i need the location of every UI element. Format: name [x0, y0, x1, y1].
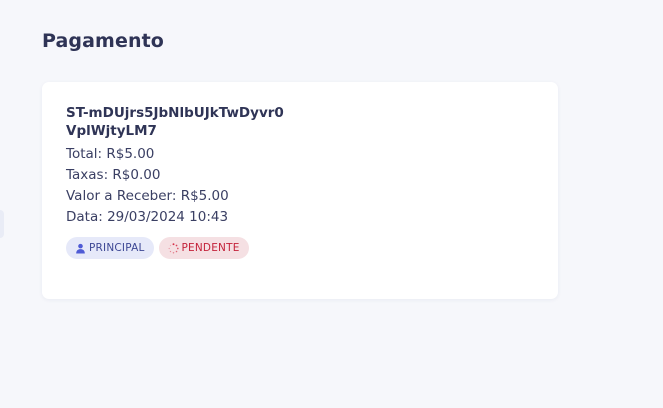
principal-badge: PRINCIPAL [66, 237, 154, 259]
payment-date: Data: 29/03/2024 10:43 [66, 209, 229, 225]
total-amount: Total: R$5.00 [66, 146, 155, 162]
receivable-amount: Valor a Receber: R$5.00 [66, 188, 229, 204]
fees-amount: Taxas: R$0.00 [66, 167, 161, 183]
user-icon [75, 243, 86, 254]
page-title: Pagamento [42, 30, 164, 52]
transaction-id: ST-mDUjrs5JbNlbUJkTwDyvr0VplWjtyLM7 [66, 105, 284, 139]
payment-card: ST-mDUjrs5JbNlbUJkTwDyvr0VplWjtyLM7 Tota… [42, 82, 558, 299]
badge-list: PRINCIPAL PENDENTE [66, 237, 534, 259]
pending-badge: PENDENTE [158, 237, 249, 259]
pending-badge-label: PENDENTE [181, 242, 240, 254]
spinner-icon [168, 242, 179, 254]
principal-badge-label: PRINCIPAL [89, 242, 145, 254]
sidebar-toggle-handle[interactable] [0, 210, 4, 238]
